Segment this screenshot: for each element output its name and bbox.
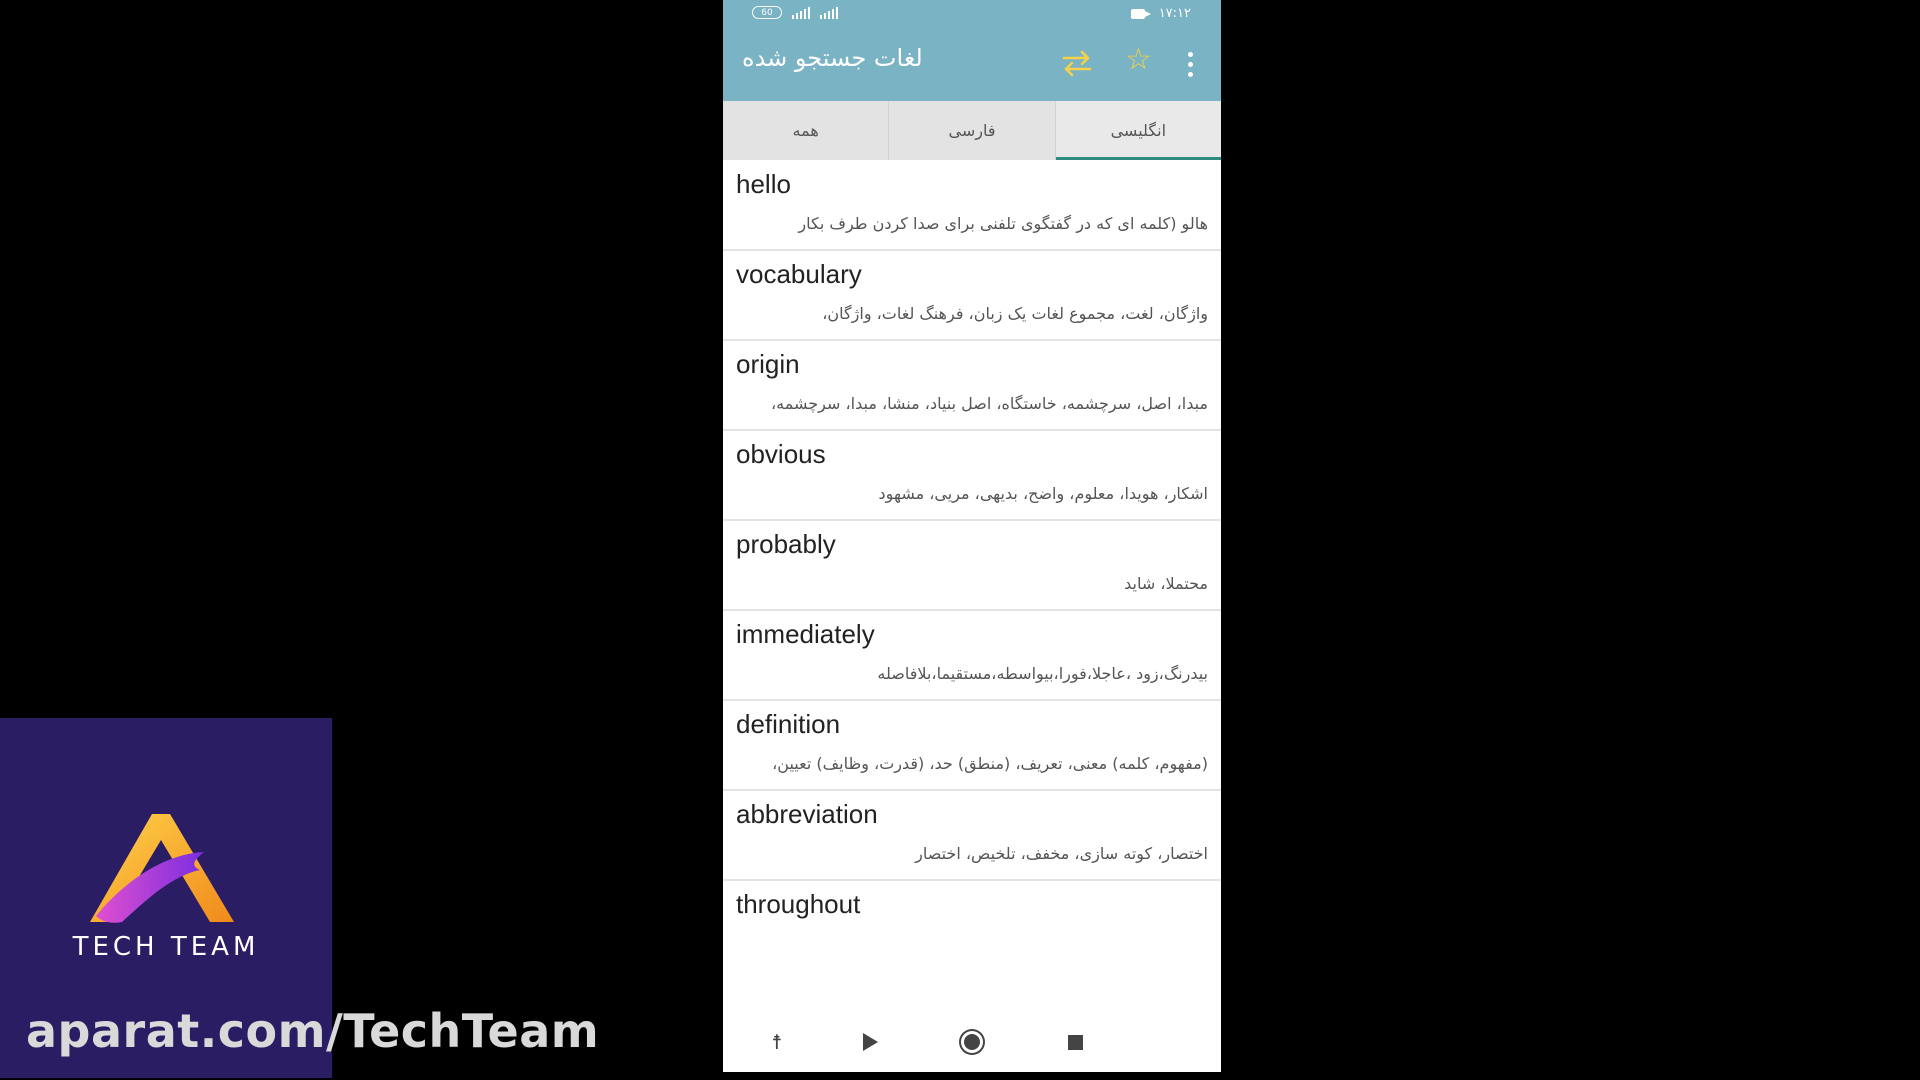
entry-meaning: هالو (کلمه ای که در گفتگوی تلفنی برای صد… xyxy=(798,214,1208,233)
status-bar: 60 ۱۷:۱۲ xyxy=(723,0,1221,30)
entry-meaning: اختصار، کوته سازی، مخفف، تلخیص، اختصار xyxy=(915,844,1208,863)
app-bar: 60 ۱۷:۱۲ لغات جستجو شده ☆ xyxy=(723,0,1221,101)
logo-text: TECH TEAM xyxy=(72,932,260,962)
list-item[interactable]: obvious اشکار، هویدا، معلوم، واضح، بدیهی… xyxy=(723,431,1221,521)
signal-icon xyxy=(792,6,810,19)
entry-meaning: واژگان، لغت، مجموع لغات یک زبان، فرهنگ ل… xyxy=(822,304,1208,323)
list-item[interactable]: origin مبدا، اصل، سرچشمه، خاستگاه، اصل ب… xyxy=(723,341,1221,431)
page-title: لغات جستجو شده xyxy=(742,44,923,72)
record-icon[interactable] xyxy=(960,1030,984,1054)
signal-icon-2 xyxy=(820,6,838,19)
entry-meaning: اشکار، هویدا، معلوم، واضح، بدیهی، مریی، … xyxy=(878,484,1208,503)
tab-persian[interactable]: فارسی xyxy=(889,101,1056,160)
entry-word: hello xyxy=(736,169,791,199)
battery-icon: 60 xyxy=(752,6,782,19)
tab-all[interactable]: همه xyxy=(723,101,890,160)
entry-word: immediately xyxy=(736,619,875,649)
entry-meaning: محتملا، شاید xyxy=(1124,574,1208,593)
list-item[interactable]: vocabulary واژگان، لغت، مجموع لغات یک زب… xyxy=(723,251,1221,341)
list-item[interactable]: immediately بیدرنگ،زود ،عاجلا،فورا،بیواس… xyxy=(723,611,1221,701)
entry-word: throughout xyxy=(736,889,861,919)
stop-icon[interactable] xyxy=(1063,1030,1087,1054)
list-item[interactable]: abbreviation اختصار، کوته سازی، مخفف، تل… xyxy=(723,791,1221,881)
more-menu-icon[interactable] xyxy=(1188,52,1194,78)
phone-screen: 60 ۱۷:۱۲ لغات جستجو شده ☆ همه فارسی انگل… xyxy=(723,0,1221,1072)
list-item[interactable]: definition (مفهوم، کلمه) معنی، تعریف، (م… xyxy=(723,701,1221,791)
entry-word: probably xyxy=(736,529,836,559)
channel-url: aparat.com/TechTeam xyxy=(26,1004,600,1058)
list-item[interactable]: probably محتملا، شاید xyxy=(723,521,1221,611)
tab-bar: همه فارسی انگلیسی xyxy=(723,101,1221,160)
entry-word: definition xyxy=(736,709,841,739)
entry-word: obvious xyxy=(736,439,826,469)
word-list: hello هالو (کلمه ای که در گفتگوی تلفنی ب… xyxy=(723,161,1221,971)
entry-word: abbreviation xyxy=(736,799,878,829)
star-icon[interactable]: ☆ xyxy=(1125,45,1152,75)
entry-word: origin xyxy=(736,349,800,379)
video-camera-icon xyxy=(1130,8,1151,19)
tech-team-logo-icon xyxy=(90,814,234,923)
swap-icon[interactable] xyxy=(1061,49,1093,77)
list-item[interactable]: throughout xyxy=(723,881,1221,971)
entry-meaning: بیدرنگ،زود ،عاجلا،فورا،بیواسطه،مستقیما،ب… xyxy=(877,664,1208,683)
system-nav-bar: ☨ xyxy=(723,1013,1221,1072)
list-item[interactable]: hello هالو (کلمه ای که در گفتگوی تلفنی ب… xyxy=(723,161,1221,251)
entry-meaning: مبدا، اصل، سرچشمه، خاستگاه، اصل بنیاد، م… xyxy=(771,394,1208,413)
entry-meaning: (مفهوم، کلمه) معنی، تعریف، (منطق) حد، (ق… xyxy=(772,754,1208,773)
clock: ۱۷:۱۲ xyxy=(1158,6,1191,21)
accessibility-icon[interactable]: ☨ xyxy=(765,1030,789,1054)
tab-english[interactable]: انگلیسی xyxy=(1055,101,1221,160)
play-icon[interactable] xyxy=(858,1030,882,1054)
entry-word: vocabulary xyxy=(736,259,862,289)
